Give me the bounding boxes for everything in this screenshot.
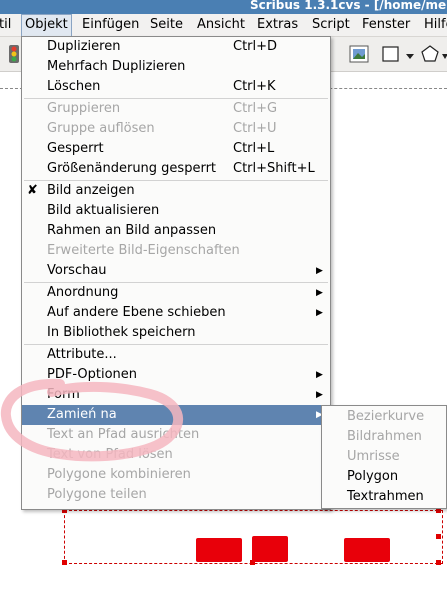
menu-item-loeschen[interactable]: Löschen Ctrl+K	[22, 77, 330, 97]
submenu-arrow-icon: ▶	[316, 390, 323, 400]
submenu-item-label: Umrisse	[347, 449, 400, 464]
menu-item-label: Größenänderung gesperrt	[47, 161, 217, 176]
menu-item-attribute[interactable]: Attribute...	[22, 345, 330, 365]
menu-item-label: Gesperrt	[47, 141, 104, 156]
submenu-item-label: Bezierkurve	[347, 409, 425, 424]
menu-item-label: Vorschau	[47, 263, 107, 278]
menu-item-erweiterte-bild-eigenschaften[interactable]: Erweiterte Bild-Eigenschaften	[22, 241, 330, 261]
submenu-item-label: Polygon	[347, 469, 399, 484]
menu-item-gesperrt[interactable]: Gesperrt Ctrl+L	[22, 139, 330, 159]
traffic-light-icon[interactable]	[8, 45, 20, 63]
menu-extras[interactable]: Extras	[254, 14, 301, 36]
menu-item-shortcut: Ctrl+Shift+L	[233, 161, 315, 176]
menu-item-shortcut: Ctrl+G	[233, 101, 278, 116]
menu-item-gruppieren[interactable]: Gruppieren Ctrl+G	[22, 99, 330, 119]
menu-item-label: Gruppe auflösen	[47, 121, 155, 136]
menu-item-label: Anordnung	[47, 285, 119, 300]
convert-to-submenu: Bezierkurve Bildrahmen Umrisse Polygon T…	[321, 405, 447, 509]
menu-seite[interactable]: Seite	[147, 14, 186, 36]
menu-item-label: Bild anzeigen	[47, 183, 135, 198]
menu-hilfe[interactable]: Hilfe	[421, 14, 447, 36]
submenu-arrow-icon: ▶	[316, 370, 323, 380]
frame-handle[interactable]	[436, 534, 441, 539]
red-shape	[196, 538, 242, 562]
menu-item-label: Bild aktualisieren	[47, 203, 160, 218]
menu-item-label: Erweiterte Bild-Eigenschaften	[47, 243, 240, 258]
submenu-item-bildrahmen[interactable]: Bildrahmen	[322, 427, 446, 447]
submenu-item-umrisse[interactable]: Umrisse	[322, 447, 446, 467]
frame-handle[interactable]	[62, 560, 67, 565]
submenu-arrow-icon: ▶	[316, 308, 323, 318]
menu-item-label: Löschen	[47, 79, 101, 94]
menu-item-bild-anzeigen[interactable]: ✘ Bild anzeigen	[22, 181, 330, 201]
menu-item-vorschau[interactable]: Vorschau ▶	[22, 261, 330, 281]
submenu-item-label: Bildrahmen	[347, 429, 422, 444]
menu-item-label: Rahmen an Bild anpassen	[47, 223, 217, 238]
menu-item-mehrfach-duplizieren[interactable]: Mehrfach Duplizieren	[22, 57, 330, 77]
menu-item-label: Duplizieren	[47, 39, 121, 54]
menu-item-shortcut: Ctrl+K	[233, 79, 276, 94]
menu-fenster[interactable]: Fenster	[359, 14, 413, 36]
polygon-shape-icon[interactable]	[420, 44, 440, 64]
image-frame-icon[interactable]	[349, 45, 369, 63]
window-title: Scribus 1.3.1cvs - [/home/me	[250, 0, 447, 12]
menu-item-label: Auf andere Ebene schieben	[47, 305, 226, 320]
title-bar: Scribus 1.3.1cvs - [/home/me	[0, 0, 447, 14]
submenu-arrow-icon: ▶	[316, 288, 323, 298]
frame-handle[interactable]	[436, 560, 441, 565]
menu-item-anordnung[interactable]: Anordnung ▶	[22, 283, 330, 303]
menu-item-in-bibliothek-speichern[interactable]: In Bibliothek speichern	[22, 323, 330, 343]
menu-item-rahmen-an-bild-anpassen[interactable]: Rahmen an Bild anpassen	[22, 221, 330, 241]
menu-item-label: Gruppieren	[47, 101, 121, 116]
menu-script[interactable]: Script	[309, 14, 353, 36]
rectangle-shape-icon[interactable]	[381, 45, 401, 63]
red-shape	[252, 536, 288, 562]
menu-item-label: Polygone teilen	[47, 487, 147, 502]
menu-item-label: Mehrfach Duplizieren	[47, 59, 186, 74]
highlight-annotation	[0, 378, 183, 462]
menu-einfuegen[interactable]: Einfügen	[79, 14, 142, 36]
dropdown-arrow-icon[interactable]	[406, 49, 414, 59]
menu-item-polygone-teilen[interactable]: Polygone teilen	[22, 485, 330, 505]
submenu-item-label: Textrahmen	[347, 489, 424, 504]
menu-ansicht[interactable]: Ansicht	[194, 14, 248, 36]
menu-item-label: In Bibliothek speichern	[47, 325, 196, 340]
menu-objekt[interactable]: Objekt	[21, 14, 72, 38]
menu-item-shortcut: Ctrl+L	[233, 141, 275, 156]
menu-item-auf-andere-ebene-schieben[interactable]: Auf andere Ebene schieben ▶	[22, 303, 330, 323]
menu-item-shortcut: Ctrl+U	[233, 121, 277, 136]
menu-item-label: Attribute...	[47, 347, 117, 362]
submenu-item-polygon[interactable]: Polygon	[322, 467, 446, 487]
menu-item-gruppe-aufloesen[interactable]: Gruppe auflösen Ctrl+U	[22, 119, 330, 139]
submenu-arrow-icon: ▶	[316, 266, 323, 276]
checkmark-icon: ✘	[27, 183, 38, 198]
menu-item-bild-aktualisieren[interactable]: Bild aktualisieren	[22, 201, 330, 221]
menu-datei[interactable]: til	[0, 14, 14, 36]
submenu-item-bezierkurve[interactable]: Bezierkurve	[322, 407, 446, 427]
menu-bar: til Objekt Einfügen Seite Ansicht Extras…	[0, 14, 447, 38]
menu-item-duplizieren[interactable]: Duplizieren Ctrl+D	[22, 37, 330, 57]
menu-item-shortcut: Ctrl+D	[233, 39, 278, 54]
menu-item-groessenaenderung-gesperrt[interactable]: Größenänderung gesperrt Ctrl+Shift+L	[22, 159, 330, 179]
dropdown-arrow-icon-2[interactable]	[442, 49, 447, 59]
submenu-item-textrahmen[interactable]: Textrahmen	[322, 487, 446, 507]
red-shape	[344, 538, 390, 562]
